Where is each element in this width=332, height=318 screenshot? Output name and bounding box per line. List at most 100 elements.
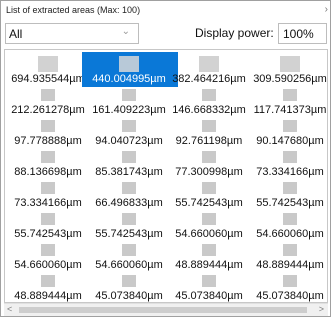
area-size-label: 45.073840µm — [256, 290, 324, 302]
area-list-item[interactable]: 48.889444µm — [246, 244, 327, 274]
area-size-label: 382.464216µm — [172, 73, 246, 85]
scroll-right-arrow-icon[interactable]: > — [319, 304, 324, 314]
area-size-label: 55.742543µm — [14, 228, 82, 240]
area-thumbnail — [283, 89, 297, 101]
panel-edge-indicator: › — [324, 4, 328, 15]
area-list-item[interactable]: 94.040723µm — [85, 120, 173, 150]
area-list-item[interactable]: 92.761198µm — [165, 120, 253, 150]
area-thumbnail — [202, 120, 216, 132]
area-list-item[interactable]: 55.742543µm — [5, 213, 92, 243]
scrollbar-thumb[interactable] — [19, 307, 307, 313]
area-list-item[interactable]: 73.334166µm — [5, 182, 92, 212]
area-thumbnail — [41, 151, 55, 163]
area-list-item[interactable]: 54.660060µm — [165, 213, 253, 243]
area-list-item[interactable]: 45.073840µm — [165, 275, 253, 302]
filter-dropdown-value: All — [9, 27, 23, 41]
scroll-left-arrow-icon[interactable]: < — [7, 304, 12, 314]
area-thumbnail — [41, 120, 55, 132]
area-thumbnail — [41, 275, 55, 287]
area-thumbnail — [122, 120, 136, 132]
area-size-label: 55.742543µm — [175, 197, 243, 209]
panel-title: List of extracted areas (Max: 100) — [6, 5, 141, 15]
area-list-item[interactable]: 73.334166µm — [246, 151, 327, 181]
area-thumbnail — [122, 275, 136, 287]
area-thumbnail — [122, 244, 136, 256]
display-power-input[interactable]: 100% — [278, 23, 327, 44]
area-list-item[interactable]: 55.742543µm — [165, 182, 253, 212]
area-size-label: 309.590256µm — [253, 73, 327, 85]
extracted-areas-list[interactable]: 694.935544µm 440.004995µm 382.464216µm 309.… — [4, 49, 328, 303]
area-thumbnail — [199, 56, 219, 72]
area-thumbnail — [283, 182, 297, 194]
area-size-label: 97.778888µm — [14, 135, 82, 147]
area-thumbnail — [122, 213, 136, 225]
area-size-label: 54.660060µm — [14, 259, 82, 271]
area-list-item[interactable]: 90.147680µm — [246, 120, 327, 150]
area-list-item[interactable]: 212.261278µm — [5, 89, 92, 119]
area-list-item[interactable]: 382.464216µm — [165, 56, 253, 88]
area-size-label: 55.742543µm — [95, 228, 163, 240]
area-list-item[interactable]: 54.660060µm — [5, 244, 92, 274]
area-list-item[interactable]: 97.778888µm — [5, 120, 92, 150]
area-thumbnail — [202, 182, 216, 194]
area-size-label: 212.261278µm — [11, 104, 85, 116]
area-size-label: 45.073840µm — [95, 290, 163, 302]
area-thumbnail — [122, 89, 136, 101]
area-thumbnail — [38, 56, 58, 72]
area-thumbnail — [202, 213, 216, 225]
area-list-item[interactable]: 161.409223µm — [85, 89, 173, 119]
area-size-label: 73.334166µm — [256, 166, 324, 178]
area-thumbnail — [41, 244, 55, 256]
area-thumbnail — [41, 182, 55, 194]
area-list-item[interactable]: 45.073840µm — [246, 275, 327, 302]
display-power-label: Display power: — [195, 26, 274, 40]
area-list-item[interactable]: 309.590256µm — [246, 56, 327, 88]
area-list-item[interactable]: 45.073840µm — [85, 275, 173, 302]
area-list-item[interactable]: 54.660060µm — [246, 213, 327, 243]
area-list-item[interactable]: 48.889444µm — [165, 244, 253, 274]
area-thumbnail — [41, 89, 55, 101]
chevron-down-icon: ⌄ — [121, 26, 130, 37]
area-size-label: 92.761198µm — [175, 135, 243, 147]
area-list-item[interactable]: 440.004995µm — [82, 52, 178, 88]
area-list-item[interactable]: 88.136698µm — [5, 151, 92, 181]
area-list-item[interactable]: 146.668332µm — [165, 89, 253, 119]
area-size-label: 55.742543µm — [256, 197, 324, 209]
area-size-label: 694.935544µm — [11, 73, 85, 85]
area-thumbnail — [202, 151, 216, 163]
area-thumbnail — [202, 244, 216, 256]
area-thumbnail — [41, 213, 55, 225]
area-list-item[interactable]: 77.300998µm — [165, 151, 253, 181]
area-list-item[interactable]: 66.496833µm — [85, 182, 173, 212]
extracted-areas-panel: List of extracted areas (Max: 100) › All… — [0, 0, 331, 317]
area-list-item[interactable]: 85.381743µm — [85, 151, 173, 181]
area-list-item[interactable]: 55.742543µm — [246, 182, 327, 212]
area-size-label: 77.300998µm — [175, 166, 243, 178]
area-thumbnail — [202, 275, 216, 287]
area-list-item[interactable]: 54.660060µm — [85, 244, 173, 274]
area-list-item[interactable]: 694.935544µm — [5, 56, 92, 88]
area-thumbnail — [119, 56, 139, 72]
horizontal-scrollbar[interactable]: < > — [4, 303, 328, 316]
area-thumbnail — [202, 89, 216, 101]
area-size-label: 146.668332µm — [172, 104, 246, 116]
area-size-label: 66.496833µm — [95, 197, 163, 209]
area-thumbnail — [283, 151, 297, 163]
area-size-label: 90.147680µm — [256, 135, 324, 147]
area-thumbnail — [280, 56, 300, 72]
area-list-item[interactable]: 55.742543µm — [85, 213, 173, 243]
area-size-label: 54.660060µm — [95, 259, 163, 271]
area-thumbnail — [283, 120, 297, 132]
filter-dropdown[interactable]: All ⌄ — [5, 23, 139, 44]
area-list-item[interactable]: 117.741373µm — [246, 89, 327, 119]
area-size-label: 48.889444µm — [175, 259, 243, 271]
area-size-label: 440.004995µm — [92, 73, 166, 85]
area-size-label: 45.073840µm — [175, 290, 243, 302]
area-thumbnail — [283, 244, 297, 256]
area-list-item[interactable]: 48.889444µm — [5, 275, 92, 302]
area-size-label: 117.741373µm — [253, 104, 327, 116]
area-size-label: 94.040723µm — [95, 135, 163, 147]
area-size-label: 73.334166µm — [14, 197, 82, 209]
area-size-label: 161.409223µm — [92, 104, 166, 116]
area-size-label: 88.136698µm — [14, 166, 82, 178]
